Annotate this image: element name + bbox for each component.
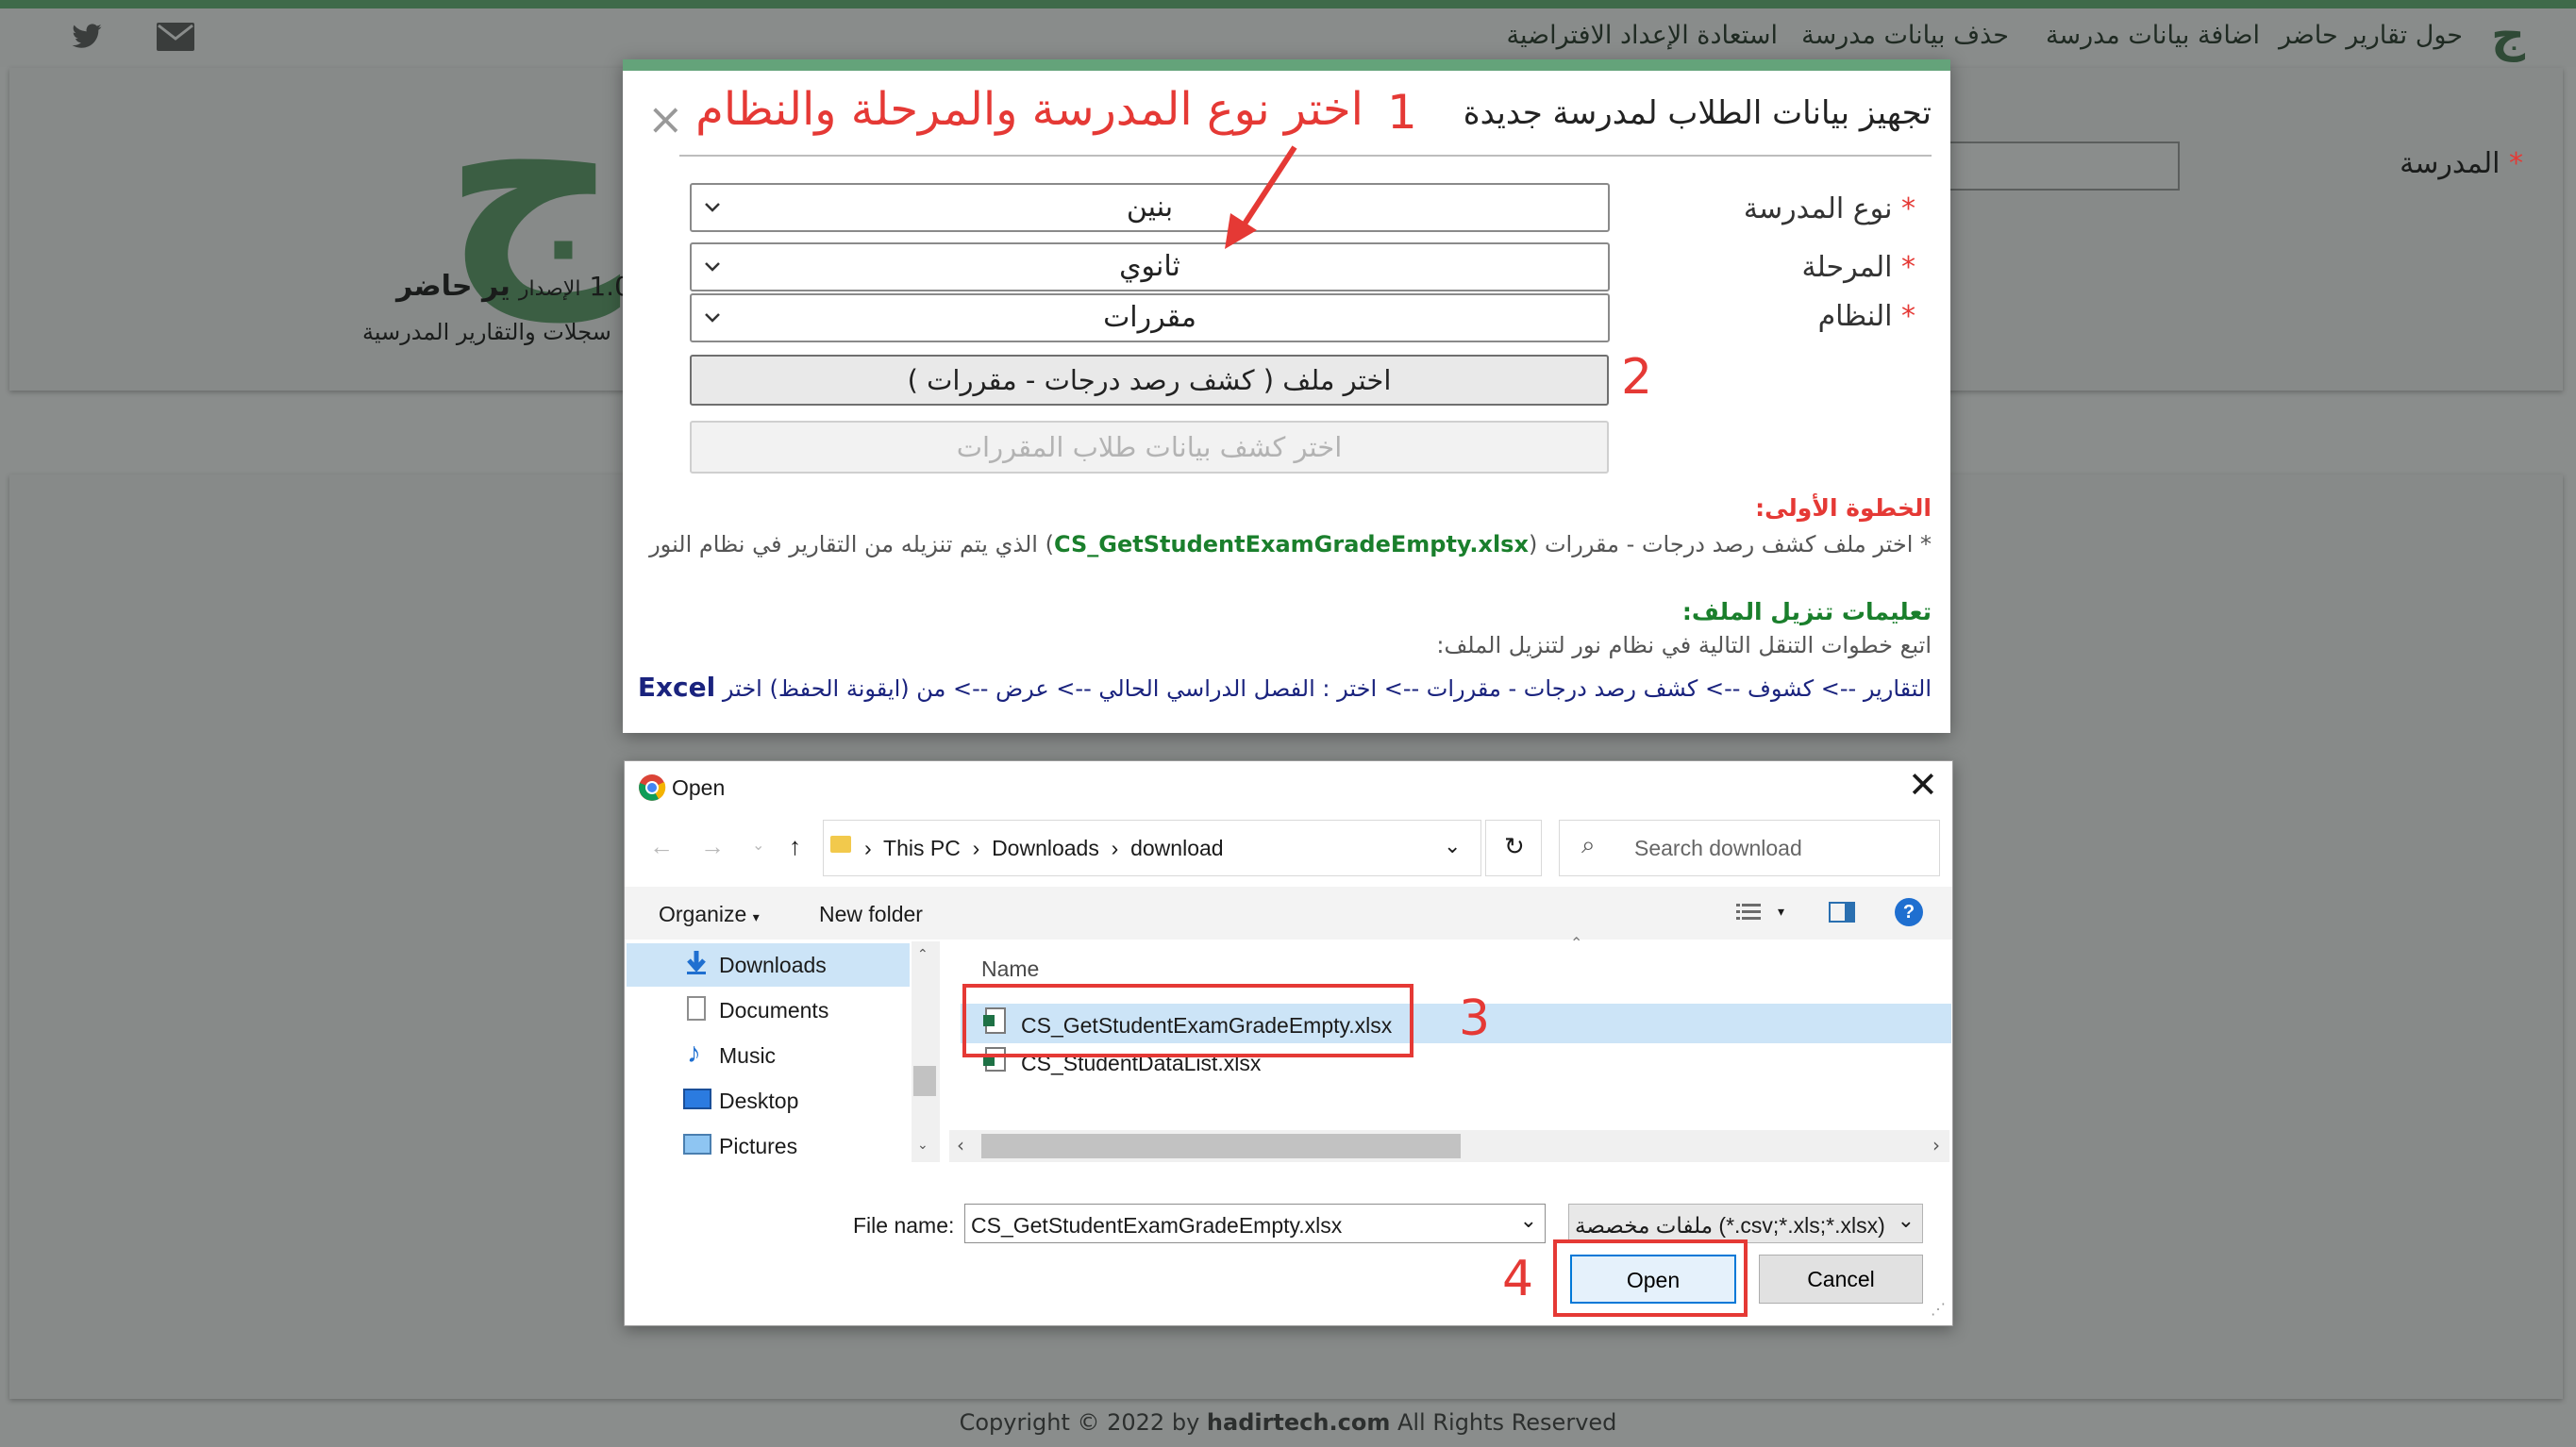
preview-pane-icon[interactable] — [1829, 902, 1855, 923]
nav-scrollbar[interactable]: ⌃ ⌄ — [912, 941, 940, 1162]
system-select[interactable]: مقررات — [690, 293, 1610, 342]
school-type-label: * نوع المدرسة — [1743, 192, 1915, 225]
pictures-icon — [683, 1134, 711, 1155]
forward-arrow-icon[interactable]: → — [700, 832, 725, 861]
app-tagline: سجلات والتقارير المدرسية — [362, 319, 611, 345]
modal-title: تجهيز بيانات الطلاب لمدرسة جديدة — [1463, 94, 1932, 132]
downloads-icon — [685, 951, 708, 975]
twitter-icon[interactable] — [68, 21, 106, 53]
step1-text: * اختر ملف كشف رصد درجات - مقررات (CS_Ge… — [649, 531, 1932, 557]
nav-item-documents[interactable]: Documents — [719, 998, 828, 1023]
breadcrumb-downloads[interactable]: Downloads — [992, 836, 1099, 860]
documents-icon — [687, 996, 706, 1021]
annotation-step1-text: اختر نوع المدرسة والمرحلة والنظام — [695, 83, 1363, 136]
resize-grip-icon[interactable]: ⋰ — [1931, 1300, 1946, 1319]
annotation-number-1: 1 — [1387, 85, 1417, 140]
cancel-button[interactable]: Cancel — [1759, 1255, 1923, 1304]
chevron-down-icon — [705, 313, 720, 323]
annotation-box-file — [962, 984, 1413, 1057]
annotation-number-3: 3 — [1459, 990, 1491, 1047]
download-path: التقارير --> كشوف --> كشف رصد درجات - مق… — [637, 672, 1932, 703]
top-accent-bar — [0, 0, 2576, 8]
school-select-bg[interactable] — [1925, 141, 2180, 191]
recent-chevron-icon[interactable]: ⌄ — [752, 836, 764, 855]
dialog-title: Open — [672, 775, 726, 800]
download-intro: اتبع خطوات التنقل التالية في نظام نور لت… — [1436, 632, 1932, 658]
sort-caret-icon: ⌃ — [1570, 936, 1583, 952]
search-input[interactable]: Search download — [1634, 836, 1802, 861]
system-label: * النظام — [1817, 300, 1915, 333]
download-instructions-title: تعليمات تنزيل الملف: — [1681, 598, 1932, 625]
nav-about[interactable]: حول تقارير حاضر — [2279, 21, 2463, 50]
footer: Copyright © 2022 by hadirtech.com All Ri… — [959, 1409, 1617, 1436]
file-name-label: File name: — [853, 1213, 955, 1238]
file-type-dropdown-icon: ⌄ — [1897, 1208, 1915, 1232]
choose-students-file-button[interactable]: اختر كشف بيانات طلاب المقررات — [690, 421, 1609, 474]
music-icon: ♪ — [687, 1038, 701, 1069]
new-folder-button[interactable]: New folder — [819, 902, 923, 927]
view-options-icon[interactable] — [1736, 902, 1761, 923]
school-label: * المدرسة — [2400, 147, 2523, 180]
dialog-close-icon[interactable]: ✕ — [1908, 764, 1938, 807]
nav-add-school[interactable]: اضافة بيانات مدرسة — [2046, 21, 2260, 50]
desktop-icon — [683, 1089, 711, 1109]
file-type-select[interactable]: ملفات مخصصة (*.csv;*.xls;*.xlsx) ⌄ — [1568, 1204, 1923, 1243]
file-name-dropdown-icon[interactable]: ⌄ — [1520, 1208, 1537, 1233]
chrome-icon — [638, 773, 666, 802]
app-name: 1.0.1 الإصدار ير حاضر — [396, 270, 657, 303]
annotation-arrow — [1217, 140, 1312, 253]
annotation-number-4: 4 — [1502, 1251, 1534, 1307]
file-name-input[interactable]: CS_GetStudentExamGradeEmpty.xlsx ⌄ — [964, 1204, 1546, 1243]
choose-grades-file-button[interactable]: اختر ملف ( كشف رصد درجات - مقررات ) — [690, 355, 1609, 406]
email-icon[interactable] — [157, 23, 194, 51]
close-icon[interactable]: × — [647, 94, 684, 143]
back-arrow-icon[interactable]: ← — [649, 832, 674, 861]
stage-select[interactable]: ثانوي — [690, 242, 1610, 291]
school-type-select[interactable]: بنين — [690, 183, 1610, 232]
chevron-down-icon — [705, 203, 720, 212]
nav-restore-defaults[interactable]: استعادة الإعداد الافتراضية — [1507, 21, 1778, 50]
address-dropdown-icon[interactable]: ⌄ — [1444, 834, 1461, 858]
nav-item-downloads[interactable]: Downloads — [719, 953, 827, 978]
column-header-name[interactable]: Name — [981, 956, 1039, 982]
step1-title: الخطوة الأولى: — [1755, 494, 1932, 522]
nav-item-desktop[interactable]: Desktop — [719, 1089, 798, 1114]
file-list-hscrollbar[interactable]: ‹ › — [949, 1130, 1949, 1162]
organize-button[interactable]: Organize ▾ — [659, 902, 760, 927]
nav-logo[interactable]: ج — [2491, 8, 2525, 62]
up-arrow-icon[interactable]: ↑ — [789, 832, 801, 861]
folder-icon — [830, 836, 851, 853]
refresh-icon: ↻ — [1504, 832, 1525, 860]
search-icon: ⌕ — [1581, 830, 1596, 858]
help-icon[interactable]: ? — [1895, 898, 1923, 926]
chevron-down-icon — [705, 262, 720, 272]
nav-delete-school[interactable]: حذف بيانات مدرسة — [1801, 21, 2009, 50]
breadcrumb: › This PC › Downloads › download — [864, 836, 1224, 860]
annotation-box-open — [1553, 1239, 1748, 1317]
breadcrumb-this-pc[interactable]: This PC — [883, 836, 961, 860]
breadcrumb-download[interactable]: download — [1130, 836, 1223, 860]
nav-item-music[interactable]: Music — [719, 1043, 776, 1069]
stage-label: * المرحلة — [1801, 251, 1915, 284]
nav-item-pictures[interactable]: Pictures — [719, 1134, 797, 1159]
annotation-number-2: 2 — [1621, 349, 1653, 406]
view-dropdown-icon[interactable]: ▾ — [1778, 904, 1784, 920]
